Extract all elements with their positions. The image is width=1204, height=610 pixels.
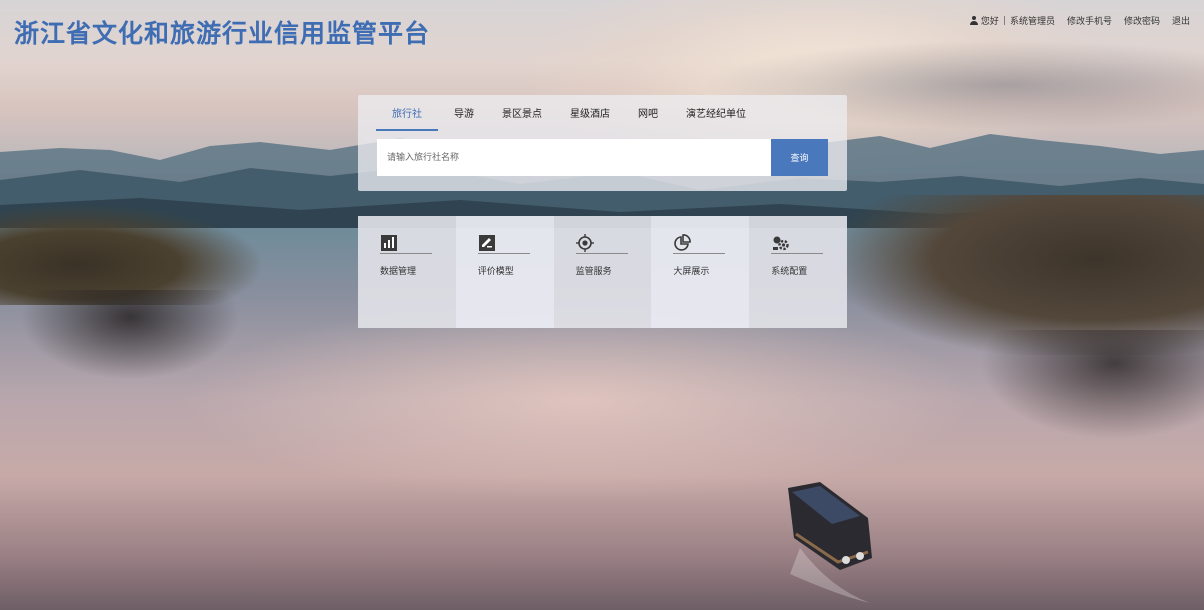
site-title: 浙江省文化和旅游行业信用监管平台 [14,19,431,48]
divider [575,253,628,254]
target-icon [575,234,594,252]
module-grid: 数据管理 评价模型 监管服务 大屏展示 系统配置 [358,216,847,328]
tab-scenic-spot[interactable]: 景区景点 [502,105,542,127]
tab-performance-agency[interactable]: 演艺经纪单位 [686,105,746,127]
boat [788,482,872,603]
greeting: 您好 [980,17,999,27]
module-label: 监管服务 [575,267,612,277]
bar-chart-icon [381,235,397,251]
category-tabs: 旅行社 导游 景区景点 星级酒店 网吧 演艺经纪单位 [376,105,774,131]
divider [380,253,432,254]
search-panel: 旅行社 导游 景区景点 星级酒店 网吧 演艺经纪单位 查询 [358,95,847,191]
separator: | [1002,15,1006,26]
tab-star-hotel[interactable]: 星级酒店 [570,105,610,127]
divider [673,253,726,254]
user-icon [969,16,978,25]
module-supervision-service[interactable]: 监管服务 [553,216,652,328]
module-big-screen[interactable]: 大屏展示 [651,216,750,328]
user-toolbar: 您好 | 系统管理员 修改手机号 修改密码 退出 [969,14,1190,27]
module-data-management[interactable]: 数据管理 [358,216,456,328]
search-input[interactable] [377,139,771,176]
module-evaluation-model[interactable]: 评价模型 [455,216,554,328]
pie-chart-icon [674,234,692,251]
tab-travel-agency[interactable]: 旅行社 [376,105,438,131]
module-label: 大屏展示 [673,267,710,277]
logout-link[interactable]: 退出 [1172,14,1190,27]
module-system-config[interactable]: 系统配置 [749,216,847,328]
settings-icon [773,236,789,251]
change-password-link[interactable]: 修改密码 [1124,14,1160,27]
change-phone-link[interactable]: 修改手机号 [1067,14,1112,27]
tab-internet-cafe[interactable]: 网吧 [638,105,658,127]
divider [477,253,530,254]
divider [771,253,824,254]
module-label: 评价模型 [477,267,514,277]
trees-left-reflection [20,290,240,380]
username: 系统管理员 [1009,17,1055,27]
edit-document-icon [478,235,495,251]
search-button[interactable]: 查询 [771,139,828,176]
tab-tour-guide[interactable]: 导游 [454,105,474,127]
module-label: 系统配置 [771,267,808,277]
trees-right-reflection [980,330,1204,440]
search-box: 查询 [377,139,828,176]
module-label: 数据管理 [380,267,417,277]
user-info: 您好 | 系统管理员 [969,14,1055,27]
